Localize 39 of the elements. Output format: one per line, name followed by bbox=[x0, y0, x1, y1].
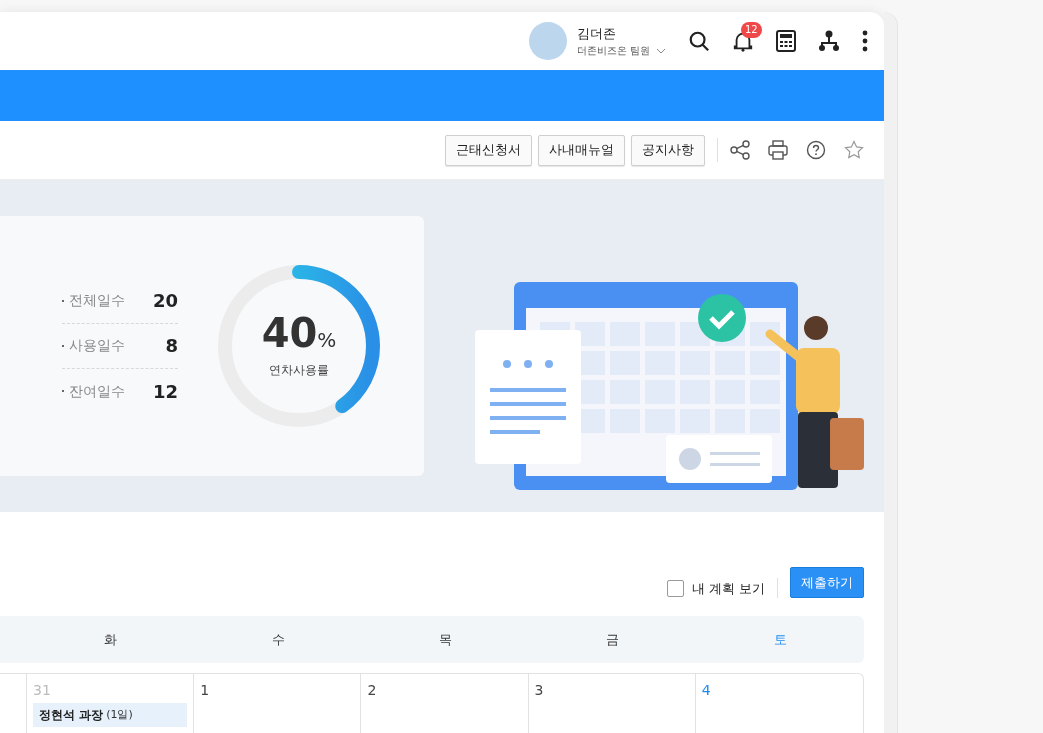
usage-caption: 연차사용률 bbox=[269, 362, 329, 379]
checkbox[interactable] bbox=[666, 579, 684, 597]
calculator-icon[interactable] bbox=[776, 30, 796, 52]
weekday-label: 토 bbox=[772, 630, 788, 649]
percent-sign: % bbox=[317, 327, 337, 354]
stat-value: 12 bbox=[152, 379, 178, 404]
stat-value: 8 bbox=[165, 334, 178, 358]
weekday-label: 금 bbox=[605, 630, 621, 649]
toolbar-button[interactable]: 공지사항 bbox=[631, 134, 705, 166]
help-icon[interactable] bbox=[806, 140, 826, 160]
stat-label: 잔여일수 bbox=[69, 381, 125, 401]
star-icon[interactable] bbox=[844, 140, 864, 160]
leave-event[interactable]: 정현석 과장 (1일) bbox=[33, 703, 188, 727]
weekday-label: 화 bbox=[103, 630, 119, 649]
usage-percent: 40 bbox=[261, 313, 318, 353]
day-number: 31 bbox=[33, 681, 52, 700]
event-name: 정현석 과장 bbox=[39, 707, 104, 724]
chevron-down-icon[interactable] bbox=[656, 47, 666, 54]
notification-badge: 12 bbox=[741, 22, 762, 38]
weekday-label: 수 bbox=[270, 630, 286, 649]
stat-label: 사용일수 bbox=[69, 336, 125, 355]
more-icon[interactable] bbox=[862, 30, 868, 52]
user-team: 더존비즈온 팀원 bbox=[576, 44, 650, 59]
org-chart-icon[interactable] bbox=[818, 30, 840, 52]
toolbar-button[interactable]: 사내매뉴얼 bbox=[538, 134, 625, 166]
search-icon[interactable] bbox=[688, 30, 710, 52]
toolbar-button[interactable]: 근태신청서 bbox=[445, 134, 532, 166]
stat-label: 전체일수 bbox=[69, 291, 125, 310]
user-name: 김더존 bbox=[576, 24, 617, 43]
print-icon[interactable] bbox=[768, 140, 788, 160]
day-number: 2 bbox=[367, 681, 378, 700]
share-icon[interactable] bbox=[730, 140, 750, 160]
checkbox-label: 내 계획 보기 bbox=[691, 579, 765, 598]
day-number: 4 bbox=[701, 681, 712, 700]
day-number: 3 bbox=[534, 681, 545, 700]
event-duration: (1일) bbox=[106, 706, 133, 723]
day-number: 1 bbox=[200, 681, 211, 700]
stat-value: 20 bbox=[152, 289, 178, 313]
weekday-label: 목 bbox=[438, 630, 453, 649]
